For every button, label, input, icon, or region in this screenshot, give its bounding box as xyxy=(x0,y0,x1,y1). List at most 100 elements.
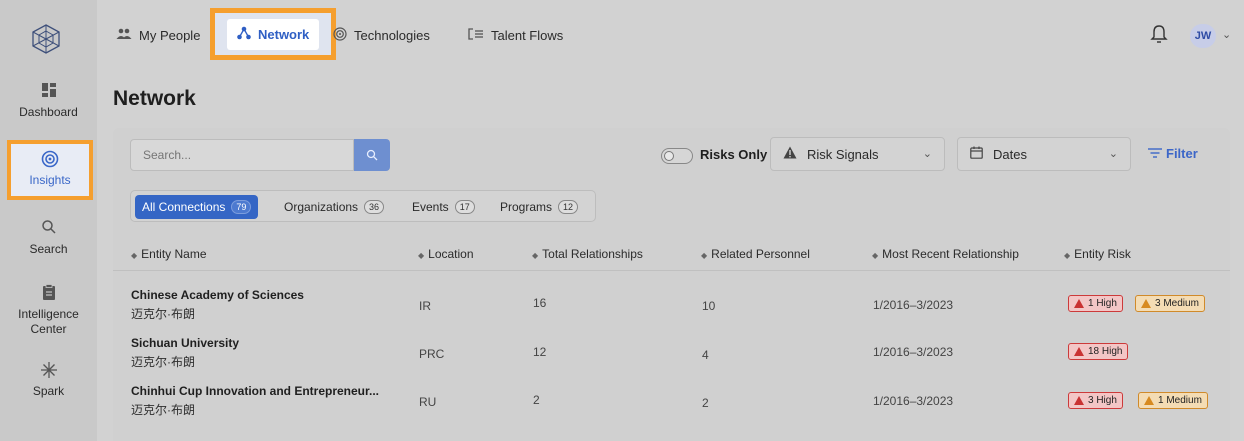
sidebar-item-label: Insights xyxy=(29,173,71,187)
search-button[interactable] xyxy=(354,139,390,171)
calendar-icon xyxy=(970,146,983,162)
sort-icon: ◆ xyxy=(701,251,708,260)
count-badge: 36 xyxy=(364,200,385,214)
location-cell: RU xyxy=(419,395,437,409)
total-relationships-cell: 16 xyxy=(533,296,547,310)
tab-technologies[interactable]: Technologies xyxy=(333,24,430,46)
chevron-down-icon[interactable]: ⌄ xyxy=(1222,28,1231,41)
technologies-icon xyxy=(333,26,347,44)
column-header-related-personnel[interactable]: ◆ Related Personnel xyxy=(701,247,810,261)
related-personnel-cell: 10 xyxy=(702,299,716,313)
tab-label: Events xyxy=(412,200,449,214)
risk-label: 3 Medium xyxy=(1155,298,1199,309)
count-badge: 79 xyxy=(231,200,252,214)
warning-icon xyxy=(1141,299,1151,308)
entity-name[interactable]: Chinese Academy of Sciences xyxy=(131,288,304,302)
connection-type-tabs: All Connections 79 Organizations 36 Even… xyxy=(130,190,596,222)
sidebar-item-label: Dashboard xyxy=(19,105,78,119)
location-cell: IR xyxy=(419,299,431,313)
tab-all-connections[interactable]: All Connections 79 xyxy=(135,195,259,219)
sort-icon: ◆ xyxy=(418,251,425,260)
sidebar-item-spark[interactable]: Spark xyxy=(0,361,97,398)
tab-label: Technologies xyxy=(354,27,430,43)
total-relationships-cell: 2 xyxy=(533,393,540,407)
app-logo-icon[interactable] xyxy=(31,24,61,54)
risk-badge-medium: 1 Medium xyxy=(1138,392,1208,409)
risk-label: 1 Medium xyxy=(1158,395,1202,406)
bell-icon[interactable] xyxy=(1150,24,1168,44)
left-sidebar: Dashboard Insights Search Intelligence C… xyxy=(0,0,97,441)
related-personnel-cell: 2 xyxy=(702,396,709,410)
header-divider xyxy=(113,270,1230,271)
risks-only-label: Risks Only xyxy=(700,147,768,162)
tab-my-people[interactable]: My People xyxy=(116,24,200,46)
column-label: Total Relationships xyxy=(542,247,643,261)
search-icon xyxy=(0,219,97,239)
tab-label: My People xyxy=(139,27,201,43)
entity-name[interactable]: Sichuan University xyxy=(131,336,239,350)
column-label: Location xyxy=(428,247,474,261)
risk-badge-high: 1 High xyxy=(1068,295,1123,312)
column-label: Related Personnel xyxy=(711,247,810,261)
sort-icon: ◆ xyxy=(872,251,879,260)
tab-programs[interactable]: Programs 12 xyxy=(493,195,585,219)
talent-flows-icon xyxy=(468,27,484,43)
count-badge: 17 xyxy=(454,200,475,214)
warning-icon xyxy=(1074,299,1084,308)
tab-network[interactable]: Network xyxy=(210,8,337,60)
column-header-entity-risk[interactable]: ◆ Entity Risk xyxy=(1064,247,1131,261)
column-header-location[interactable]: ◆ Location xyxy=(418,247,474,261)
entity-name[interactable]: Chinhui Cup Innovation and Entrepreneur.… xyxy=(131,384,379,398)
page-title: Network xyxy=(113,87,196,110)
sidebar-item-label: Search xyxy=(29,242,68,256)
dates-select[interactable]: Dates ⌄ xyxy=(957,137,1131,171)
dashboard-icon xyxy=(0,82,97,102)
recent-relationship-cell: 1/2016–3/2023 xyxy=(873,345,954,359)
risk-signals-label: Risk Signals xyxy=(807,146,879,162)
tab-label: Programs xyxy=(500,200,553,214)
risk-label: 1 High xyxy=(1088,298,1117,309)
column-header-total-relationships[interactable]: ◆ Total Relationships xyxy=(532,247,643,261)
chevron-down-icon: ⌄ xyxy=(1108,148,1118,160)
tab-label: All Connections xyxy=(142,200,226,214)
avatar[interactable]: JW xyxy=(1190,24,1216,48)
column-label: Entity Risk xyxy=(1074,247,1131,261)
tab-organizations[interactable]: Organizations 36 xyxy=(277,195,391,219)
search-input[interactable] xyxy=(130,139,354,171)
warning-icon xyxy=(1144,396,1154,405)
dates-label: Dates xyxy=(993,146,1027,162)
sort-icon: ◆ xyxy=(131,251,138,260)
risk-badge-high: 3 High xyxy=(1068,392,1123,409)
tab-talent-flows[interactable]: Talent Flows xyxy=(468,24,563,46)
warning-icon xyxy=(1074,347,1084,356)
risks-only-toggle[interactable] xyxy=(661,148,693,164)
risk-signals-select[interactable]: Risk Signals ⌄ xyxy=(770,137,945,171)
column-header-most-recent-relationship[interactable]: ◆ Most Recent Relationship xyxy=(872,247,1019,261)
total-relationships-cell: 12 xyxy=(533,345,547,359)
tab-events[interactable]: Events 17 xyxy=(405,195,482,219)
sort-icon: ◆ xyxy=(532,251,539,260)
target-icon xyxy=(11,150,89,170)
tab-label: Network xyxy=(258,26,310,42)
risk-label: 18 High xyxy=(1088,346,1123,357)
sidebar-item-insights[interactable]: Insights xyxy=(7,140,93,200)
column-header-entity-name[interactable]: ◆ Entity Name xyxy=(131,247,207,261)
filter-button[interactable]: Filter xyxy=(1148,146,1198,161)
filter-label: Filter xyxy=(1166,146,1198,161)
sidebar-item-search[interactable]: Search xyxy=(0,219,97,256)
sidebar-item-intelligence-center[interactable]: Intelligence Center xyxy=(0,284,97,337)
tab-label: Talent Flows xyxy=(491,27,564,43)
warning-icon xyxy=(1074,396,1084,405)
sidebar-item-dashboard[interactable]: Dashboard xyxy=(0,82,97,119)
column-label: Most Recent Relationship xyxy=(882,247,1019,261)
entity-subtitle: 迈克尔·布朗 xyxy=(131,403,195,417)
warning-icon xyxy=(783,146,797,162)
column-label: Entity Name xyxy=(141,247,207,261)
count-badge: 12 xyxy=(558,200,579,214)
top-navigation: My People Network Technologies Talent Fl… xyxy=(97,0,1244,68)
risk-badge-medium: 3 Medium xyxy=(1135,295,1205,312)
sidebar-item-label: Spark xyxy=(32,384,65,398)
network-panel: Risks Only Risk Signals ⌄ Dates ⌄ Filter… xyxy=(113,128,1230,441)
entity-subtitle: 迈克尔·布朗 xyxy=(131,307,195,321)
recent-relationship-cell: 1/2016–3/2023 xyxy=(873,298,954,312)
